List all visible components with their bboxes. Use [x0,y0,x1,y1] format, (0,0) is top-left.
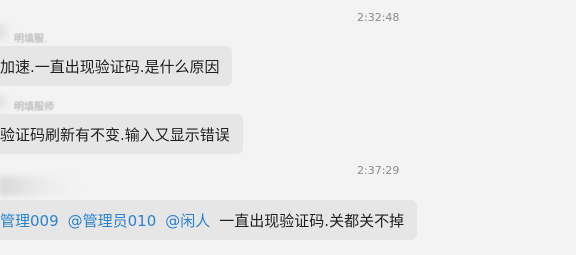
mention-link[interactable]: @管理员010 [68,212,157,230]
message-timestamp: 2:32:48 [357,11,400,24]
chat-message-list: 2:32:48 明填服. 加速.一直出现验证码.是什么原因 明填服师 验证码刷新… [0,0,576,255]
avatar [0,95,12,109]
message-text: 一直出现验证码.关都关不掉 [219,211,405,230]
mention-link[interactable]: @闲人 [165,212,210,230]
mention-link[interactable]: 管理009 [0,212,59,230]
message-timestamp: 2:37:29 [357,164,400,177]
message-text: 加速.一直出现验证码.是什么原因 [0,57,220,76]
message-text: 验证码刷新有不变.输入又显示错误 [0,125,230,144]
avatar [0,176,76,196]
avatar [0,24,14,40]
message-bubble[interactable]: 管理009 @管理员010 @闲人 一直出现验证码.关都关不掉 [0,200,417,240]
message-bubble[interactable]: 验证码刷新有不变.输入又显示错误 [0,114,243,154]
message-bubble[interactable]: 加速.一直出现验证码.是什么原因 [0,46,232,86]
message-content: 管理009 @管理员010 @闲人 一直出现验证码.关都关不掉 [0,210,404,231]
sender-name: 明填服师 [14,102,54,113]
sender-name: 明填服. [14,34,48,45]
